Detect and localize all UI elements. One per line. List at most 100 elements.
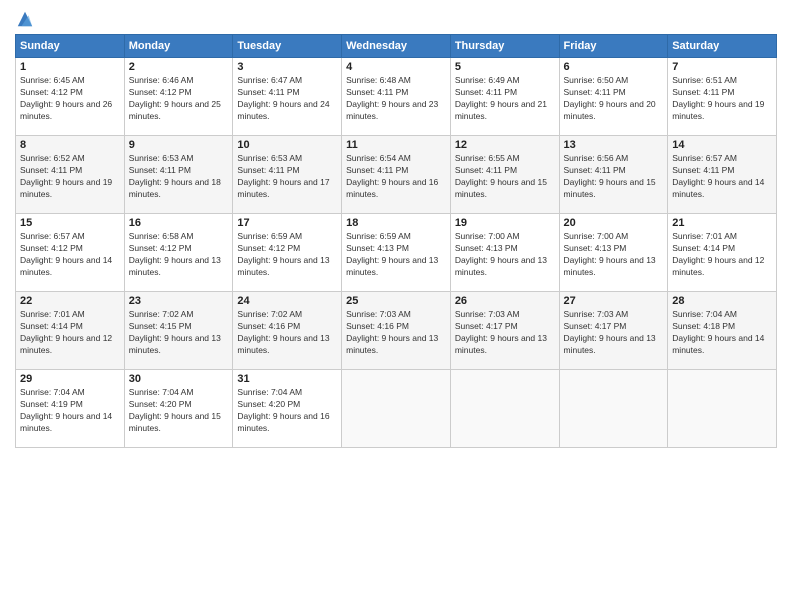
day-info: Sunrise: 7:01 AMSunset: 4:14 PMDaylight:… [672,231,772,279]
calendar-day-28: 28 Sunrise: 7:04 AMSunset: 4:18 PMDayligh… [668,292,777,370]
calendar: SundayMondayTuesdayWednesdayThursdayFrid… [15,34,777,448]
day-number: 7 [672,61,772,73]
logo [15,10,34,28]
day-info: Sunrise: 7:03 AMSunset: 4:17 PMDaylight:… [455,309,555,357]
day-info: Sunrise: 6:51 AMSunset: 4:11 PMDaylight:… [672,75,772,123]
day-number: 9 [129,139,229,151]
day-number: 12 [455,139,555,151]
calendar-week-2: 8 Sunrise: 6:52 AMSunset: 4:11 PMDaylight… [16,136,777,214]
day-number: 20 [564,217,664,229]
day-info: Sunrise: 7:03 AMSunset: 4:16 PMDaylight:… [346,309,446,357]
calendar-header-thursday: Thursday [450,35,559,58]
calendar-day-30: 30 Sunrise: 7:04 AMSunset: 4:20 PMDayligh… [124,370,233,448]
day-number: 26 [455,295,555,307]
day-info: Sunrise: 6:47 AMSunset: 4:11 PMDaylight:… [237,75,337,123]
calendar-week-1: 1 Sunrise: 6:45 AMSunset: 4:12 PMDaylight… [16,58,777,136]
day-number: 27 [564,295,664,307]
day-info: Sunrise: 6:59 AMSunset: 4:13 PMDaylight:… [346,231,446,279]
day-number: 11 [346,139,446,151]
day-info: Sunrise: 7:03 AMSunset: 4:17 PMDaylight:… [564,309,664,357]
calendar-day-12: 12 Sunrise: 6:55 AMSunset: 4:11 PMDayligh… [450,136,559,214]
day-info: Sunrise: 6:54 AMSunset: 4:11 PMDaylight:… [346,153,446,201]
calendar-day-4: 4 Sunrise: 6:48 AMSunset: 4:11 PMDaylight… [342,58,451,136]
day-number: 13 [564,139,664,151]
day-info: Sunrise: 6:46 AMSunset: 4:12 PMDaylight:… [129,75,229,123]
logo-icon [16,10,34,28]
day-number: 22 [20,295,120,307]
day-number: 31 [237,373,337,385]
day-info: Sunrise: 6:52 AMSunset: 4:11 PMDaylight:… [20,153,120,201]
day-info: Sunrise: 6:53 AMSunset: 4:11 PMDaylight:… [237,153,337,201]
calendar-day-20: 20Sunrise: 7:00 AMSunset: 4:13 PMDayligh… [559,214,668,292]
day-number: 2 [129,61,229,73]
calendar-header-row: SundayMondayTuesdayWednesdayThursdayFrid… [16,35,777,58]
day-info: Sunrise: 6:57 AMSunset: 4:12 PMDaylight:… [20,231,120,279]
logo-text [15,10,34,28]
day-info: Sunrise: 6:57 AMSunset: 4:11 PMDaylight:… [672,153,772,201]
calendar-day-1: 1 Sunrise: 6:45 AMSunset: 4:12 PMDaylight… [16,58,125,136]
day-number: 1 [20,61,120,73]
calendar-header-saturday: Saturday [668,35,777,58]
day-number: 21 [672,217,772,229]
calendar-week-5: 29 Sunrise: 7:04 AMSunset: 4:19 PMDayligh… [16,370,777,448]
calendar-empty [668,370,777,448]
calendar-header-wednesday: Wednesday [342,35,451,58]
day-number: 3 [237,61,337,73]
day-info: Sunrise: 6:49 AMSunset: 4:11 PMDaylight:… [455,75,555,123]
calendar-day-8: 8 Sunrise: 6:52 AMSunset: 4:11 PMDaylight… [16,136,125,214]
day-number: 6 [564,61,664,73]
calendar-day-25: 25 Sunrise: 7:03 AMSunset: 4:16 PMDayligh… [342,292,451,370]
day-number: 28 [672,295,772,307]
day-number: 10 [237,139,337,151]
day-info: Sunrise: 7:04 AMSunset: 4:20 PMDaylight:… [129,387,229,435]
calendar-header-friday: Friday [559,35,668,58]
day-number: 17 [237,217,337,229]
day-info: Sunrise: 6:50 AMSunset: 4:11 PMDaylight:… [564,75,664,123]
day-info: Sunrise: 6:55 AMSunset: 4:11 PMDaylight:… [455,153,555,201]
day-info: Sunrise: 6:45 AMSunset: 4:12 PMDaylight:… [20,75,120,123]
calendar-day-26: 26 Sunrise: 7:03 AMSunset: 4:17 PMDayligh… [450,292,559,370]
day-number: 23 [129,295,229,307]
calendar-header-tuesday: Tuesday [233,35,342,58]
calendar-day-10: 10 Sunrise: 6:53 AMSunset: 4:11 PMDayligh… [233,136,342,214]
calendar-day-31: 31 Sunrise: 7:04 AMSunset: 4:20 PMDayligh… [233,370,342,448]
page: SundayMondayTuesdayWednesdayThursdayFrid… [0,0,792,612]
day-info: Sunrise: 7:00 AMSunset: 4:13 PMDaylight:… [455,231,555,279]
calendar-day-23: 23 Sunrise: 7:02 AMSunset: 4:15 PMDayligh… [124,292,233,370]
calendar-header-sunday: Sunday [16,35,125,58]
day-info: Sunrise: 7:02 AMSunset: 4:15 PMDaylight:… [129,309,229,357]
day-number: 29 [20,373,120,385]
calendar-day-11: 11 Sunrise: 6:54 AMSunset: 4:11 PMDayligh… [342,136,451,214]
calendar-day-17: 17Sunrise: 6:59 AMSunset: 4:12 PMDayligh… [233,214,342,292]
calendar-day-9: 9 Sunrise: 6:53 AMSunset: 4:11 PMDaylight… [124,136,233,214]
calendar-empty [450,370,559,448]
calendar-day-3: 3 Sunrise: 6:47 AMSunset: 4:11 PMDaylight… [233,58,342,136]
day-number: 4 [346,61,446,73]
calendar-day-16: 16 Sunrise: 6:58 AMSunset: 4:12 PMDayligh… [124,214,233,292]
calendar-day-21: 21 Sunrise: 7:01 AMSunset: 4:14 PMDayligh… [668,214,777,292]
day-info: Sunrise: 6:48 AMSunset: 4:11 PMDaylight:… [346,75,446,123]
day-number: 16 [129,217,229,229]
calendar-day-7: 7 Sunrise: 6:51 AMSunset: 4:11 PMDaylight… [668,58,777,136]
day-info: Sunrise: 6:58 AMSunset: 4:12 PMDaylight:… [129,231,229,279]
day-number: 14 [672,139,772,151]
day-info: Sunrise: 7:04 AMSunset: 4:18 PMDaylight:… [672,309,772,357]
day-number: 25 [346,295,446,307]
day-info: Sunrise: 7:04 AMSunset: 4:19 PMDaylight:… [20,387,120,435]
day-number: 8 [20,139,120,151]
calendar-week-4: 22Sunrise: 7:01 AMSunset: 4:14 PMDayligh… [16,292,777,370]
calendar-week-3: 15Sunrise: 6:57 AMSunset: 4:12 PMDayligh… [16,214,777,292]
calendar-day-18: 18 Sunrise: 6:59 AMSunset: 4:13 PMDayligh… [342,214,451,292]
calendar-day-27: 27 Sunrise: 7:03 AMSunset: 4:17 PMDayligh… [559,292,668,370]
day-info: Sunrise: 6:53 AMSunset: 4:11 PMDaylight:… [129,153,229,201]
calendar-day-15: 15Sunrise: 6:57 AMSunset: 4:12 PMDayligh… [16,214,125,292]
day-number: 19 [455,217,555,229]
day-info: Sunrise: 7:04 AMSunset: 4:20 PMDaylight:… [237,387,337,435]
calendar-day-29: 29 Sunrise: 7:04 AMSunset: 4:19 PMDayligh… [16,370,125,448]
calendar-empty [342,370,451,448]
day-info: Sunrise: 7:02 AMSunset: 4:16 PMDaylight:… [237,309,337,357]
day-number: 30 [129,373,229,385]
day-number: 24 [237,295,337,307]
day-number: 18 [346,217,446,229]
calendar-day-14: 14 Sunrise: 6:57 AMSunset: 4:11 PMDayligh… [668,136,777,214]
